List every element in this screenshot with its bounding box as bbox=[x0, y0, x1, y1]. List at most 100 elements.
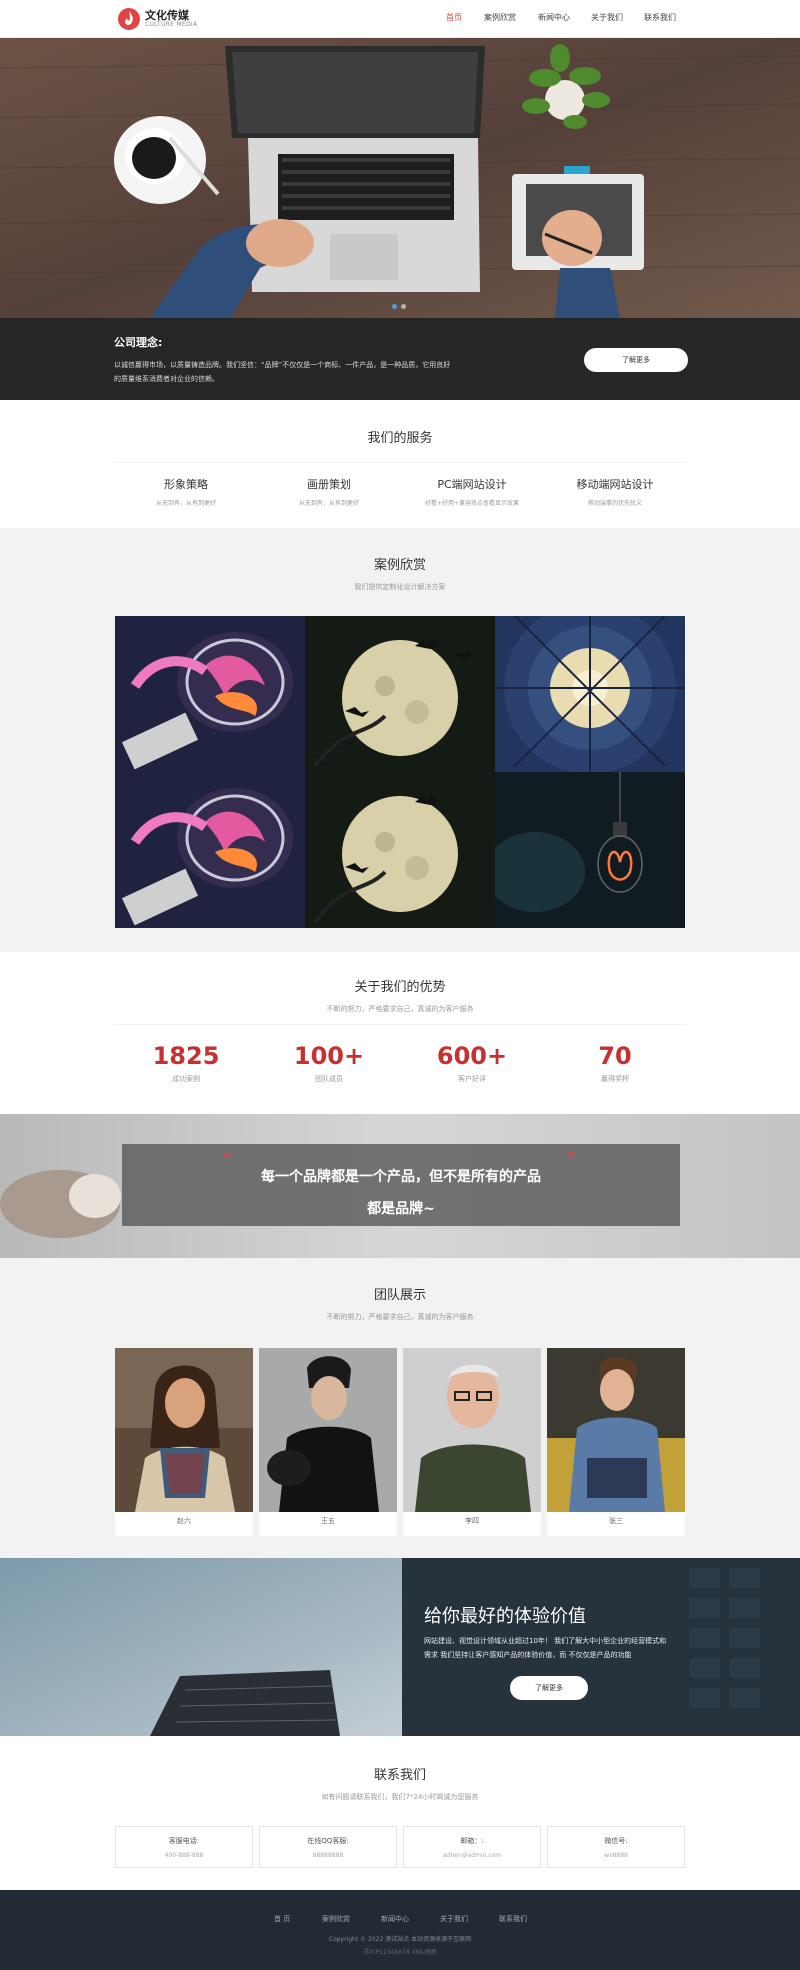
advantages-section: 关于我们的优势 不断的努力，严格要求自己，真诚的为客户服务 1825 成功案例 … bbox=[0, 952, 800, 1114]
member-name: 李四 bbox=[465, 1517, 479, 1525]
member-photo bbox=[403, 1348, 541, 1512]
footer-link-news[interactable]: 新闻中心 bbox=[381, 1914, 409, 1924]
service-name: PC端网站设计 bbox=[437, 478, 507, 491]
quote-line-2: 都是品牌~ bbox=[367, 1201, 435, 1217]
nav-item-contact[interactable]: 联系我们 bbox=[644, 12, 676, 23]
service-desc: 从无到有，从有到更好 bbox=[155, 500, 216, 507]
slider-dot-active[interactable] bbox=[392, 304, 397, 309]
nav-item-news[interactable]: 新闻中心 bbox=[538, 12, 570, 23]
service-desc: 从无到有，从有到更好 bbox=[298, 500, 359, 507]
member-name: 张三 bbox=[609, 1517, 623, 1525]
service-desc: 移动端事的优先优义 bbox=[587, 500, 642, 507]
stat-value: 1825 bbox=[152, 1042, 220, 1070]
advantages-title: 关于我们的优势 bbox=[354, 980, 446, 995]
concept-title: 公司理念: bbox=[114, 336, 163, 349]
service-desc: 好看+好用+兼容热点查看显示效果 bbox=[424, 500, 520, 507]
case-image-filament-bulb[interactable] bbox=[495, 772, 685, 928]
case-image-dome[interactable] bbox=[495, 616, 685, 772]
value-title: 给你最好的体验价值 bbox=[424, 1606, 586, 1627]
site-header: 文化传媒 CULTURE MEDIA 首页 案例欣赏 新闻中心 关于我们 联系我… bbox=[0, 0, 800, 38]
site-footer: 首 页 案例欣赏 新闻中心 关于我们 联系我们 Copyright © 2022… bbox=[0, 1890, 800, 1970]
team-member-card[interactable]: 王五 bbox=[259, 1348, 397, 1536]
case-image-moon[interactable] bbox=[305, 616, 495, 772]
contact-value: 88888888 bbox=[312, 1852, 344, 1859]
case-image-bulb[interactable] bbox=[115, 772, 305, 928]
contact-value: admin@admin.com bbox=[442, 1852, 502, 1859]
stat-label: 客户好评 bbox=[458, 1075, 486, 1083]
team-member-card[interactable]: 张三 bbox=[547, 1348, 685, 1536]
services-section: 我们的服务 形象策略 从无到有，从有到更好 画册策划 从无到有，从有到更好 PC… bbox=[0, 400, 800, 528]
value-background-image bbox=[0, 1558, 800, 1736]
member-photo bbox=[547, 1348, 685, 1512]
stat-label: 赢得奖杯 bbox=[601, 1075, 629, 1083]
value-text: 网站建设、视觉设计领域从业超过10年！ 我们了解大中小型企业的经营模式和需求 我… bbox=[424, 1637, 667, 1659]
contact-section: 联系我们 如有问题请联系我们，我们7*24小时竭诚为您服务 客服电话: 400-… bbox=[0, 1736, 800, 1890]
cases-section: 案例欣赏 我们提供定制化设计解决方案 bbox=[0, 528, 800, 952]
contact-value: 400-888-888 bbox=[164, 1852, 204, 1859]
footer-icp[interactable]: 苏ICP12345678 XML地图 bbox=[0, 1947, 800, 1956]
contact-card-phone[interactable]: 客服电话: 400-888-888 bbox=[115, 1826, 253, 1868]
cases-subtitle: 我们提供定制化设计解决方案 bbox=[354, 583, 446, 591]
case-image-bulb[interactable] bbox=[115, 616, 305, 772]
stat-item: 70 赢得奖杯 bbox=[545, 1042, 685, 1084]
nav-item-home[interactable]: 首页 bbox=[446, 12, 462, 23]
value-learn-more-button[interactable]: 了解更多 bbox=[510, 1676, 588, 1700]
stat-item: 600+ 客户好评 bbox=[402, 1042, 542, 1084]
flame-logo-icon bbox=[118, 8, 140, 30]
footer-link-about[interactable]: 关于我们 bbox=[440, 1914, 468, 1924]
contact-card-email[interactable]: 邮箱：: admin@admin.com bbox=[403, 1826, 541, 1868]
stat-label: 成功案例 bbox=[172, 1075, 200, 1083]
team-title: 团队展示 bbox=[373, 1288, 426, 1303]
footer-link-home[interactable]: 首 页 bbox=[274, 1914, 290, 1924]
stat-value: 100+ bbox=[293, 1042, 365, 1070]
contact-label: 客服电话: bbox=[168, 1837, 200, 1845]
service-name: 画册策划 bbox=[307, 478, 351, 491]
service-item[interactable]: 移动端网站设计 移动端事的优先优义 bbox=[545, 476, 685, 507]
concept-bar: 公司理念: 以诚信赢得市场，以质量铸造品牌。我们坚信：“品牌”不仅仅是一个商标、… bbox=[0, 318, 800, 400]
service-item[interactable]: 画册策划 从无到有，从有到更好 bbox=[259, 476, 399, 507]
advantages-subtitle: 不断的努力，严格要求自己，真诚的为客户服务 bbox=[326, 1005, 474, 1013]
team-member-card[interactable]: 赵六 bbox=[115, 1348, 253, 1536]
logo[interactable]: 文化传媒 CULTURE MEDIA bbox=[117, 6, 237, 32]
hero-banner[interactable] bbox=[0, 38, 800, 318]
slider-dot[interactable] bbox=[401, 304, 406, 309]
nav-item-about[interactable]: 关于我们 bbox=[591, 12, 623, 23]
stat-item: 100+ 团队成员 bbox=[259, 1042, 399, 1084]
contact-label: 微信号: bbox=[604, 1837, 628, 1845]
contact-subtitle: 如有问题请联系我们，我们7*24小时竭诚为您服务 bbox=[321, 1793, 479, 1801]
member-name: 王五 bbox=[321, 1517, 335, 1525]
stat-item: 1825 成功案例 bbox=[116, 1042, 256, 1084]
cases-title: 案例欣赏 bbox=[373, 558, 426, 573]
services-title: 我们的服务 bbox=[367, 431, 433, 446]
team-subtitle: 不断的努力，严格要求自己，真诚的为客户服务 bbox=[326, 1313, 474, 1321]
contact-label: 在线QQ客服: bbox=[307, 1837, 349, 1845]
contact-card-wechat[interactable]: 微信号: wx8888 bbox=[547, 1826, 685, 1868]
quote-banner: “ ” 每一个品牌都是一个产品，但不是所有的产品 都是品牌~ bbox=[0, 1114, 800, 1258]
nav-item-cases[interactable]: 案例欣赏 bbox=[484, 12, 516, 23]
footer-copyright: Copyright © 2022 测试站点 本站资源来源于互联网 bbox=[328, 1936, 472, 1943]
quote-line-1: 每一个品牌都是一个产品，但不是所有的产品 bbox=[261, 1169, 541, 1185]
service-name: 形象策略 bbox=[164, 478, 208, 491]
hero-desk-image bbox=[0, 38, 800, 318]
service-item[interactable]: PC端网站设计 好看+好用+兼容热点查看显示效果 bbox=[402, 476, 542, 507]
learn-more-button[interactable]: 了解更多 bbox=[584, 348, 688, 372]
service-item[interactable]: 形象策略 从无到有，从有到更好 bbox=[116, 476, 256, 507]
contact-title: 联系我们 bbox=[373, 1768, 426, 1783]
team-member-card[interactable]: 李四 bbox=[403, 1348, 541, 1536]
footer-link-cases[interactable]: 案例欣赏 bbox=[322, 1914, 350, 1924]
service-name: 移动端网站设计 bbox=[576, 478, 654, 491]
concept-text: 以诚信赢得市场，以质量铸造品牌。我们坚信：“品牌”不仅仅是一个商标、一件产品，是… bbox=[114, 361, 451, 383]
logo-subtitle: CULTURE MEDIA bbox=[145, 21, 198, 28]
contact-value: wx8888 bbox=[604, 1852, 628, 1859]
case-image-moon[interactable] bbox=[305, 772, 495, 928]
team-section: 团队展示 不断的努力，严格要求自己，真诚的为客户服务 赵六 王五 李四 张三 bbox=[0, 1258, 800, 1558]
stat-value: 70 bbox=[598, 1042, 632, 1070]
stat-value: 600+ bbox=[436, 1042, 508, 1070]
value-banner: 给你最好的体验价值 网站建设、视觉设计领域从业超过10年！ 我们了解大中小型企业… bbox=[0, 1558, 800, 1736]
member-name: 赵六 bbox=[177, 1517, 191, 1525]
footer-link-contact[interactable]: 联系我们 bbox=[499, 1914, 527, 1924]
member-photo bbox=[259, 1348, 397, 1512]
contact-card-qq[interactable]: 在线QQ客服: 88888888 bbox=[259, 1826, 397, 1868]
main-nav: 首页 案例欣赏 新闻中心 关于我们 联系我们 bbox=[438, 12, 688, 28]
stat-label: 团队成员 bbox=[315, 1075, 343, 1083]
